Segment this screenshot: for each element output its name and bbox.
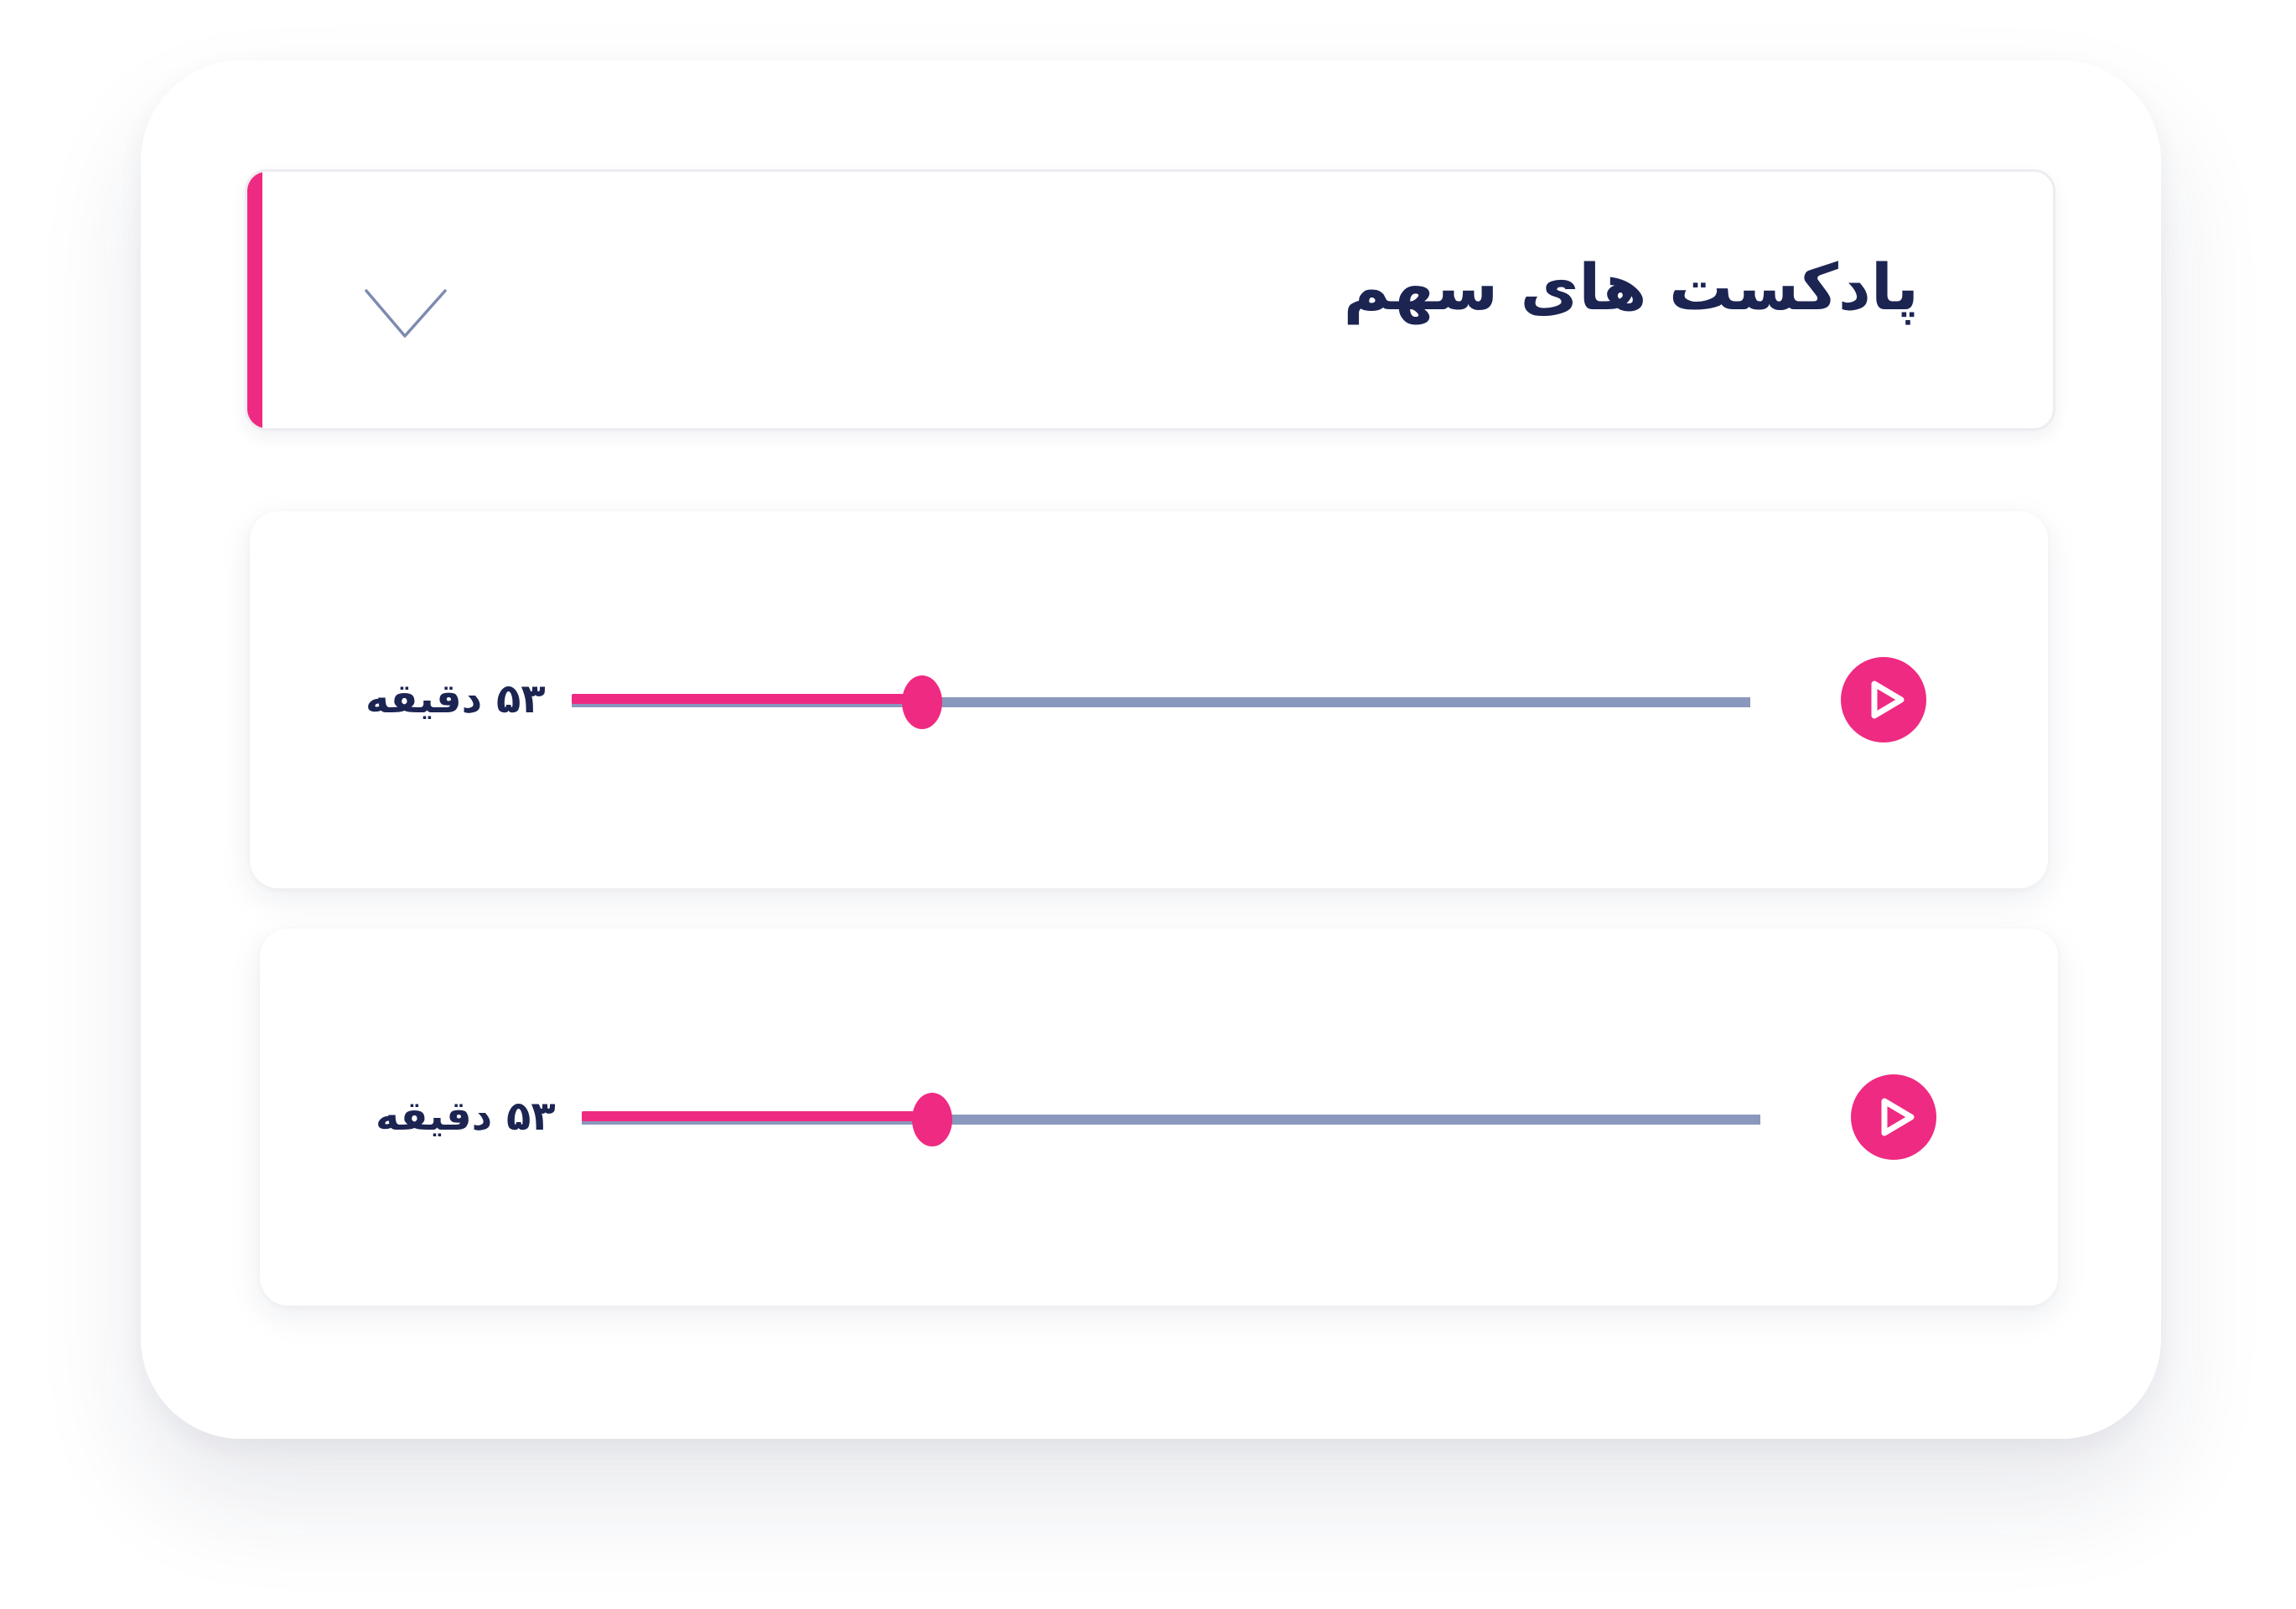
progress-slider[interactable] bbox=[572, 675, 1750, 729]
app-canvas: پادکست های سهم ۵۳ دقیقه ۵۳ دقیقه bbox=[0, 0, 2296, 1609]
accent-bar bbox=[247, 172, 262, 428]
play-button[interactable] bbox=[1851, 1074, 1936, 1160]
slider-thumb[interactable] bbox=[911, 1093, 952, 1146]
podcast-item: ۵۳ دقیقه bbox=[260, 929, 2058, 1306]
chevron-down-icon[interactable] bbox=[365, 289, 448, 339]
duration-label: ۵۳ دقیقه bbox=[365, 675, 546, 722]
play-button[interactable] bbox=[1841, 657, 1926, 742]
slider-thumb[interactable] bbox=[901, 675, 942, 729]
play-icon bbox=[1881, 1098, 1915, 1136]
progress-fill bbox=[582, 1111, 932, 1121]
play-icon bbox=[1871, 680, 1905, 719]
podcast-item: ۵۳ دقیقه bbox=[250, 511, 2048, 888]
progress-fill bbox=[572, 694, 922, 704]
progress-slider[interactable] bbox=[582, 1093, 1760, 1146]
duration-label: ۵۳ دقیقه bbox=[376, 1093, 556, 1140]
section-title: پادکست های سهم bbox=[1343, 250, 1919, 324]
podcast-accordion-header[interactable]: پادکست های سهم bbox=[245, 169, 2055, 431]
